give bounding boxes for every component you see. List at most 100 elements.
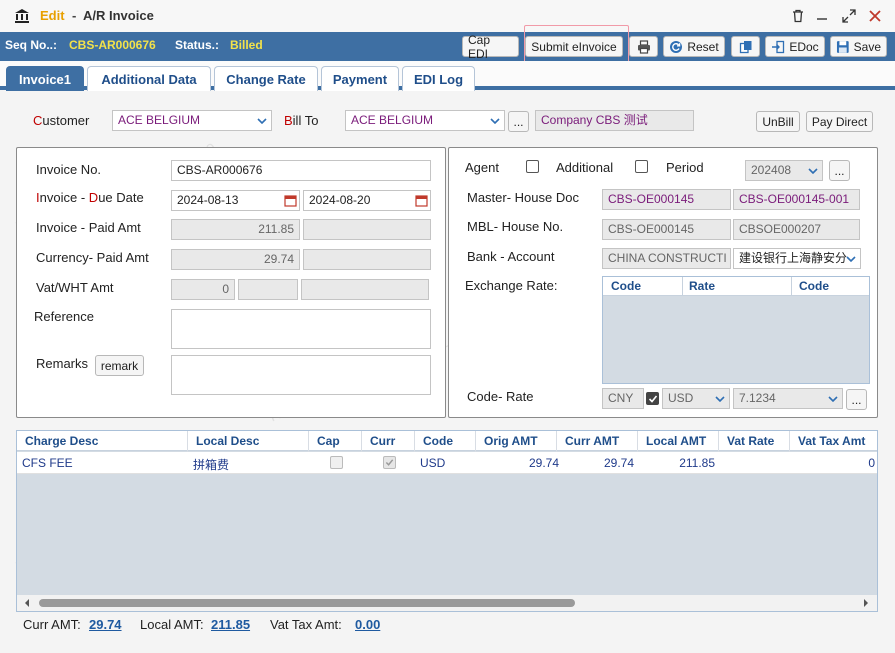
calendar-icon[interactable]: [412, 191, 430, 210]
cap-checkbox[interactable]: [330, 456, 343, 469]
scroll-right-icon[interactable]: [862, 599, 870, 607]
maximize-button[interactable]: [839, 6, 859, 26]
tab-label: Additional Data: [101, 71, 197, 87]
maximize-icon: [842, 9, 856, 23]
col-vat-rate[interactable]: Vat Rate: [727, 434, 774, 448]
close-button[interactable]: [865, 6, 885, 26]
refresh-icon: [670, 40, 683, 53]
scroll-left-icon[interactable]: [23, 599, 31, 607]
agent-checkbox[interactable]: [526, 160, 539, 173]
cell-curr-amt: 29.74: [603, 456, 634, 470]
table-row[interactable]: CFS FEE 拼箱费 USD 29.74 29.74 211.85 0: [17, 452, 877, 474]
account-value: 建设银行上海静安分: [739, 251, 848, 265]
edoc-label: EDoc: [789, 39, 819, 54]
col-curr-amt[interactable]: Curr AMT: [565, 434, 619, 448]
totals-bar: Curr AMT: 29.74 Local AMT: 211.85 Vat Ta…: [16, 612, 878, 638]
curr-checkbox[interactable]: [383, 456, 396, 469]
vat-tax-amt-total[interactable]: 0.00: [355, 617, 380, 632]
due-label-rest: ue Date: [98, 190, 144, 205]
tab-payment[interactable]: Payment: [321, 66, 399, 91]
bill-to-label-initial: B: [284, 113, 293, 128]
mbl-no-field: CBS-OE000145: [602, 219, 731, 240]
remark-button[interactable]: remark: [95, 355, 144, 376]
col-vat-tax-amt[interactable]: Vat Tax Amt: [798, 434, 865, 448]
bill-to-select[interactable]: ACE BELGIUM: [345, 110, 505, 131]
col-orig-amt[interactable]: Orig AMT: [484, 434, 538, 448]
currency-select[interactable]: USD: [662, 388, 730, 409]
charges-grid-header: Charge Desc Local Desc Cap Curr Code Ori…: [17, 431, 877, 451]
tab-invoice1[interactable]: Invoice1: [6, 66, 84, 91]
col-cap[interactable]: Cap: [317, 434, 340, 448]
curr-amt-total[interactable]: 29.74: [89, 617, 122, 632]
col-charge-desc[interactable]: Charge Desc: [25, 434, 98, 448]
status-value: Billed: [230, 38, 263, 52]
print-button[interactable]: [629, 36, 658, 57]
invoice-no-field[interactable]: CBS-AR000676: [171, 160, 431, 181]
chevron-down-icon: [804, 161, 822, 180]
bank-account-label: Bank - Account: [467, 249, 555, 264]
copy-button[interactable]: [731, 36, 760, 57]
pay-direct-button[interactable]: Pay Direct: [806, 111, 873, 132]
seq-no-label: Seq No..:: [5, 38, 58, 52]
tab-label: Change Rate: [226, 71, 306, 87]
toolbar: Seq No..: CBS-AR000676 Status.: Billed C…: [0, 32, 895, 61]
window-title: A/R Invoice: [83, 8, 154, 23]
customer-value: ACE BELGIUM: [118, 113, 201, 127]
additional-label: Additional: [556, 160, 614, 175]
bill-to-lookup-button[interactable]: ...: [508, 111, 529, 132]
local-amt-total[interactable]: 211.85: [211, 617, 250, 632]
cell-orig-amt: 29.74: [528, 456, 559, 470]
invoice-due-date-label: Invoice - Due Date: [36, 190, 144, 205]
col-local-amt[interactable]: Local AMT: [646, 434, 706, 448]
delete-button[interactable]: [788, 6, 808, 26]
reference-label: Reference: [34, 309, 94, 324]
agent-label: Agent: [465, 160, 499, 175]
tab-edi-log[interactable]: EDI Log: [402, 66, 475, 91]
rate-select[interactable]: 7.1234: [733, 388, 843, 409]
period-select[interactable]: 202408: [745, 160, 823, 181]
invoice-label-rest: nvoice: [39, 190, 78, 205]
exchange-rate-label: Exchange Rate:: [465, 278, 558, 293]
col-curr[interactable]: Curr: [370, 434, 395, 448]
invoice-no-value: CBS-AR000676: [177, 163, 263, 177]
col-local-desc[interactable]: Local Desc: [196, 434, 259, 448]
reference-textarea[interactable]: [171, 309, 431, 349]
currency-paid-amt-label: Currency- Paid Amt: [36, 250, 149, 265]
tab-additional-data[interactable]: Additional Data: [87, 66, 211, 91]
checkmark-icon: [385, 459, 394, 466]
customer-label-initial: C: [33, 113, 43, 128]
save-button[interactable]: Save: [830, 36, 887, 57]
company-field: Company CBS 测试: [535, 110, 694, 131]
rate-lookup-button[interactable]: ...: [846, 389, 867, 410]
reset-label: Reset: [687, 39, 719, 54]
horizontal-scrollbar[interactable]: [17, 595, 877, 611]
col-code[interactable]: Code: [423, 434, 453, 448]
reset-button[interactable]: Reset: [663, 36, 725, 57]
invoice-paid-amt-field: [303, 219, 431, 240]
period-label: Period: [666, 160, 704, 175]
invoice-date-input[interactable]: 2024-08-13: [171, 190, 300, 211]
invoice-amt-value: 211.85: [258, 222, 294, 236]
master-doc-field: CBS-OE000145: [602, 189, 731, 210]
unbill-button[interactable]: UnBill: [756, 111, 800, 132]
edit-mode-label: Edit: [40, 8, 65, 23]
tab-change-rate[interactable]: Change Rate: [214, 66, 318, 91]
code-rate-checkbox[interactable]: [646, 392, 659, 405]
edoc-button[interactable]: EDoc: [765, 36, 825, 57]
currency-amt-value: 29.74: [263, 252, 294, 266]
invoice-no-label: Invoice No.: [36, 162, 102, 177]
rate-header-rate: Rate: [689, 279, 716, 293]
chevron-down-icon: [486, 111, 504, 130]
account-select[interactable]: 建设银行上海静安分: [733, 248, 861, 269]
due-date-input[interactable]: 2024-08-20: [303, 190, 431, 211]
ellipsis-label: ...: [513, 114, 524, 129]
minimize-button[interactable]: [812, 6, 832, 26]
period-lookup-button[interactable]: ...: [829, 160, 850, 181]
scrollbar-thumb[interactable]: [39, 599, 575, 607]
remarks-textarea[interactable]: [171, 355, 431, 395]
charges-grid: Charge Desc Local Desc Cap Curr Code Ori…: [16, 430, 878, 612]
cap-edi-button[interactable]: Cap EDI: [462, 33, 519, 61]
additional-checkbox[interactable]: [635, 160, 648, 173]
calendar-icon[interactable]: [281, 191, 299, 210]
customer-select[interactable]: ACE BELGIUM: [112, 110, 272, 131]
